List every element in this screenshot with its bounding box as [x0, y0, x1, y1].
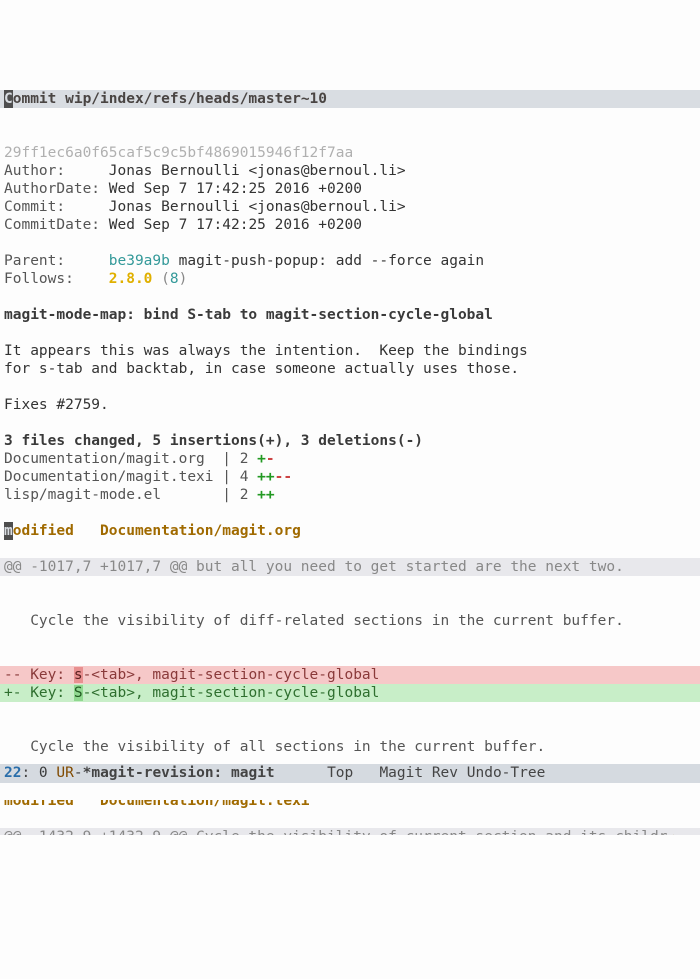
commit-body-line: It appears this was always the intention…	[4, 343, 528, 359]
commitdate-value: Wed Sep 7 17:42:25 2016 +0200	[109, 217, 362, 233]
modeline-sep: :	[21, 764, 30, 783]
commit-body-line: Fixes #2759.	[4, 397, 109, 413]
follows-distance: 8	[170, 271, 179, 287]
commit-summary: magit-mode-map: bind S-tab to magit-sect…	[4, 307, 493, 323]
diffstat-file[interactable]: lisp/magit-mode.el | 2	[4, 487, 257, 503]
diffstat-plus: ++	[257, 469, 274, 485]
diffstat-file[interactable]: Documentation/magit.org | 2	[4, 451, 257, 467]
modeline-line-number: 22	[4, 764, 21, 783]
diff-hunk-header[interactable]: @@ -1017,7 +1017,7 @@ but all you need t…	[0, 558, 700, 576]
authordate-value: Wed Sep 7 17:42:25 2016 +0200	[109, 181, 362, 197]
modeline-buffer-name[interactable]: *magit-revision: magit	[83, 764, 275, 783]
commit-body-line: for s-tab and backtab, in case someone a…	[4, 361, 519, 377]
diffstat-plus: ++	[257, 487, 274, 503]
modeline-column: 0	[30, 764, 56, 783]
follows-label: Follows:	[4, 271, 109, 287]
modeline-dash: -	[74, 764, 83, 783]
diff-removed-line: -- Key: s-<tab>, magit-section-cycle-glo…	[0, 666, 700, 684]
diff-context-line: Cycle the visibility of diff-related sec…	[0, 612, 700, 630]
diff-context-line: Cycle the visibility of all sections in …	[0, 738, 700, 756]
mode-line[interactable]: 22: 0 UR-*magit-revision: magit Top Magi…	[0, 764, 700, 783]
parent-sha-link[interactable]: be39a9b	[109, 253, 170, 269]
diff-file-heading[interactable]: modified Documentation/magit.org	[0, 522, 700, 540]
diff-hunk-header[interactable]: @@ -1432,9 +1432,9 @@ Cycle the visibili…	[0, 828, 700, 835]
diffstat-minus: --	[275, 469, 292, 485]
diffstat-file[interactable]: Documentation/magit.texi | 4	[4, 469, 257, 485]
modeline-state: UR	[56, 764, 73, 783]
author-value: Jonas Bernoulli <jonas@bernoul.li>	[109, 163, 406, 179]
diffstat-plus: +	[257, 451, 266, 467]
modeline-position: Top	[327, 764, 379, 783]
modeline-modes[interactable]: Magit Rev Undo-Tree	[379, 764, 545, 783]
follows-paren-close: )	[179, 271, 188, 287]
author-label: Author:	[4, 163, 109, 179]
follows-paren-open: (	[152, 271, 169, 287]
commit-label: Commit:	[4, 199, 109, 215]
section-header: Commit wip/index/refs/heads/master~10	[0, 90, 700, 108]
diffstat-minus: -	[266, 451, 275, 467]
truncation-arrow-icon: →	[667, 829, 676, 835]
commitdate-label: CommitDate:	[4, 217, 109, 233]
authordate-label: AuthorDate:	[4, 181, 109, 197]
follows-tag[interactable]: 2.8.0	[109, 271, 153, 287]
minibuffer[interactable]	[0, 783, 700, 800]
header-cursor: C	[4, 90, 13, 108]
commit-sha: 29ff1ec6a0f65caf5c9c5bf4869015946f12f7aa	[4, 145, 353, 161]
diffstat-summary[interactable]: 3 files changed, 5 insertions(+), 3 dele…	[4, 433, 423, 449]
modeline-spacer	[275, 764, 327, 783]
parent-label: Parent:	[4, 253, 109, 269]
parent-msg: magit-push-popup: add --force again	[170, 253, 484, 269]
diff-added-line: +- Key: S-<tab>, magit-section-cycle-glo…	[0, 684, 700, 702]
commit-value: Jonas Bernoulli <jonas@bernoul.li>	[109, 199, 406, 215]
